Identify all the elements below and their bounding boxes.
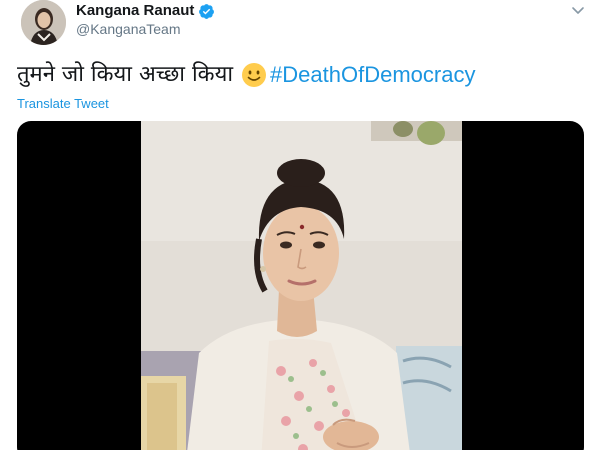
tweet-text: तुमने जो किया अच्छा किया #DeathOfDemocra… <box>17 60 475 90</box>
tweet-card: Kangana Ranaut @KanganaTeam तुमने जो किय… <box>0 0 600 450</box>
video-frame <box>141 121 462 450</box>
author-name-text: Kangana Ranaut <box>76 2 195 19</box>
author-display-name[interactable]: Kangana Ranaut <box>76 2 215 20</box>
hashtag-link[interactable]: #DeathOfDemocracy <box>270 60 475 90</box>
video-player[interactable] <box>17 121 584 450</box>
chevron-down-icon[interactable] <box>570 2 586 18</box>
video-still-image <box>141 121 462 450</box>
translate-tweet-link[interactable]: Translate Tweet <box>17 96 109 112</box>
verified-badge-icon <box>198 3 215 20</box>
slightly-smiling-face-icon <box>241 62 267 88</box>
tweet-text-body: तुमने जो किया अच्छा किया <box>17 62 234 87</box>
avatar[interactable] <box>21 0 66 45</box>
avatar-image <box>21 0 66 45</box>
author-handle[interactable]: @KanganaTeam <box>76 21 181 38</box>
